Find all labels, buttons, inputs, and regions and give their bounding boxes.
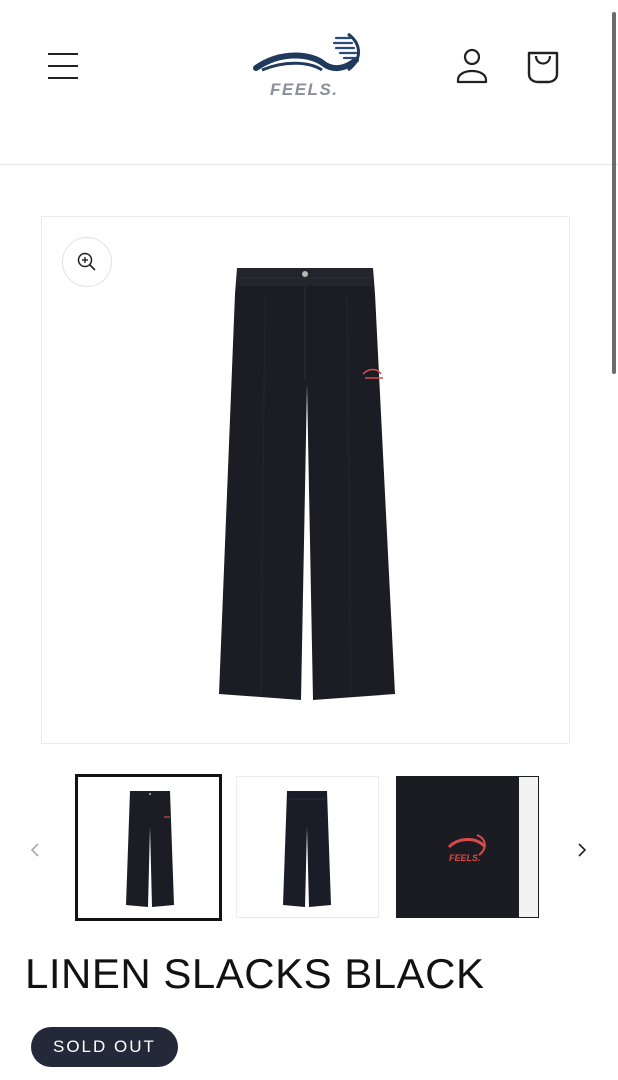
zoom-in-icon [77,252,96,271]
chevron-right-icon [578,843,587,857]
thumbnail-detail[interactable]: FEELS. [396,776,539,918]
thumbnail-front[interactable] [75,774,222,921]
next-thumbnail-button[interactable] [572,840,592,860]
menu-line [48,53,78,55]
trousers-image [219,268,395,700]
account-button[interactable] [452,46,492,88]
user-icon [456,48,488,84]
brand-logo[interactable]: FEELS. [252,30,368,102]
menu-line [48,77,78,79]
menu-button[interactable] [44,46,82,86]
thumbnail-front-image [126,791,174,907]
chevron-left-icon [30,843,39,857]
brand-logo-mark [253,32,360,72]
page-scrollbar[interactable] [612,12,616,374]
thumbnail-back-image [283,791,331,907]
brand-logo-text: FEELS. [270,80,339,99]
previous-thumbnail-button[interactable] [26,840,46,860]
detail-logo-text: FEELS. [449,853,481,863]
product-title: LINEN SLACKS BLACK [25,950,485,997]
bag-icon [527,51,559,84]
thumbnail-back[interactable] [236,776,379,918]
thumbnail-gallery: FEELS. [0,774,618,922]
sold-out-badge: SOLD OUT [31,1027,178,1067]
cart-button[interactable] [522,46,564,88]
site-header: FEELS. [0,0,618,165]
zoom-button[interactable] [62,237,112,287]
product-main-image[interactable] [41,216,570,744]
thumbnail-detail-image: FEELS. [397,777,538,917]
menu-line [48,65,78,67]
